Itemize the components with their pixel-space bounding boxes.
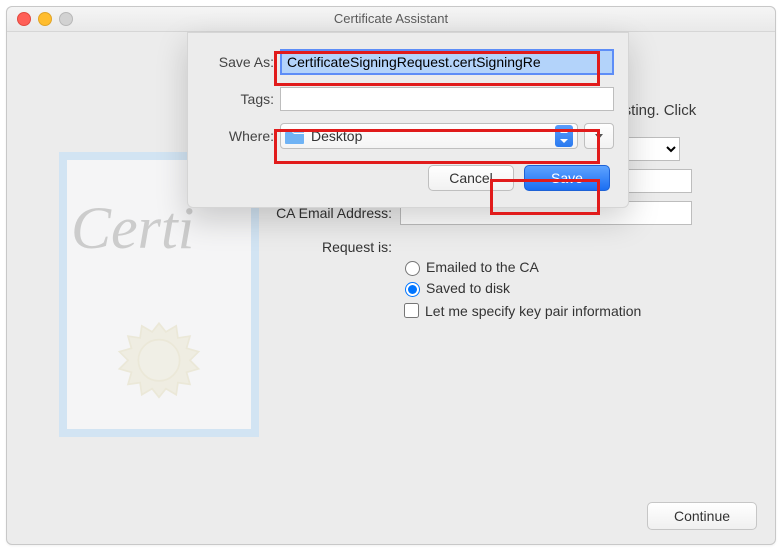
close-window-button[interactable]	[17, 12, 31, 26]
continue-button[interactable]: Continue	[647, 502, 757, 530]
request-is-label: Request is:	[252, 239, 392, 255]
assistant-window: Certificate Assistant uesting. Click Cer…	[6, 6, 776, 545]
cancel-button[interactable]: Cancel	[428, 165, 514, 191]
seal-icon	[116, 319, 202, 405]
where-popup[interactable]: Desktop	[280, 123, 578, 149]
zoom-window-button	[59, 12, 73, 26]
radio-saved-to-disk-label: Saved to disk	[426, 280, 510, 296]
radio-emailed-to-ca-label: Emailed to the CA	[426, 259, 539, 275]
window-title: Certificate Assistant	[334, 11, 448, 26]
where-label: Where:	[194, 128, 274, 144]
title-bar: Certificate Assistant	[7, 7, 775, 32]
checkbox-specify-keypair[interactable]	[404, 303, 419, 318]
save-as-label: Save As:	[194, 54, 274, 70]
save-button[interactable]: Save	[524, 165, 610, 191]
folder-icon	[285, 129, 305, 144]
minimize-window-button[interactable]	[38, 12, 52, 26]
traffic-lights	[17, 12, 73, 26]
checkbox-specify-keypair-label: Let me specify key pair information	[425, 303, 641, 319]
where-value: Desktop	[311, 128, 362, 144]
radio-saved-to-disk[interactable]	[405, 282, 420, 297]
save-sheet: Save As: Tags: Where: Desktop	[187, 32, 629, 208]
tags-label: Tags:	[194, 91, 274, 107]
tags-field[interactable]	[280, 87, 614, 111]
expand-save-dialog-button[interactable]	[584, 123, 614, 149]
chevron-down-icon	[595, 134, 603, 139]
save-as-field[interactable]	[280, 49, 614, 75]
radio-emailed-to-ca[interactable]	[405, 261, 420, 276]
where-stepper-icon	[555, 125, 573, 147]
